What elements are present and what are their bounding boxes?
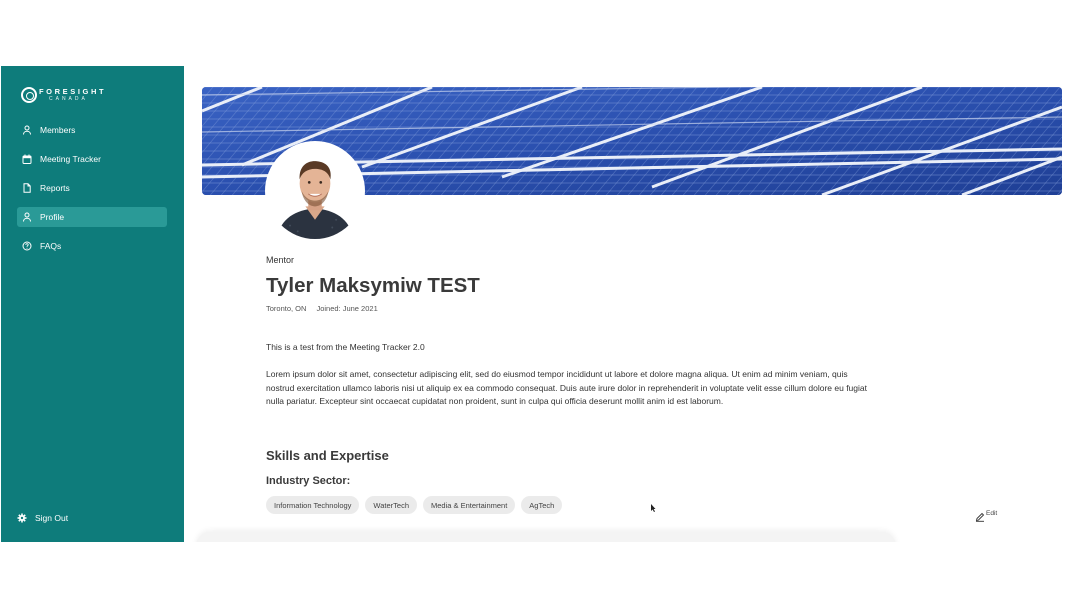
profile-bio-short: This is a test from the Meeting Tracker … xyxy=(266,342,425,352)
sidebar-item-label: Members xyxy=(40,125,76,135)
profile-page: Mentor Tyler Maksymiw TEST Toronto, ON Jo… xyxy=(184,66,1080,542)
edit-label: Edit xyxy=(986,510,998,517)
sidebar-item-label: Reports xyxy=(40,183,70,193)
sidebar-item-meeting-tracker[interactable]: Meeting Tracker xyxy=(17,149,167,169)
sign-out-button[interactable]: Sign Out xyxy=(17,513,68,523)
calendar-icon xyxy=(22,154,32,164)
help-circle-icon xyxy=(22,241,32,251)
sidebar-item-label: FAQs xyxy=(40,241,62,251)
profile-name: Tyler Maksymiw TEST xyxy=(266,274,480,297)
sidebar-item-label: Meeting Tracker xyxy=(40,154,101,164)
sector-tag: Media & Entertainment xyxy=(423,496,516,514)
avatar xyxy=(265,141,365,241)
profile-location: Toronto, ON xyxy=(266,304,307,313)
sidebar-item-label: Profile xyxy=(40,212,65,222)
sidebar-item-profile[interactable]: Profile xyxy=(17,207,167,227)
next-section-card xyxy=(196,532,896,542)
sign-out-label: Sign Out xyxy=(35,513,69,523)
profile-joined: Joined: June 2021 xyxy=(316,304,378,313)
industry-sector-tags: Information Technology WaterTech Media &… xyxy=(266,496,568,514)
skills-heading: Skills and Expertise xyxy=(266,448,389,463)
profile-role: Mentor xyxy=(266,255,295,265)
edit-button[interactable]: Edit xyxy=(975,510,997,522)
logo-icon xyxy=(21,87,37,103)
sidebar-item-faqs[interactable]: FAQs xyxy=(17,236,167,256)
app-window: FORESIGHT CANADA Members Meeting Tracker xyxy=(1,66,1080,542)
sector-tag: WaterTech xyxy=(365,496,417,514)
sector-tag: Information Technology xyxy=(266,496,360,514)
logo-main-text: FORESIGHT xyxy=(39,86,107,96)
sidebar-nav: Members Meeting Tracker Reports Profile xyxy=(17,120,167,265)
sidebar: FORESIGHT CANADA Members Meeting Tracker xyxy=(1,66,184,542)
sidebar-item-members[interactable]: Members xyxy=(17,120,167,140)
profile-bio-long: Lorem ipsum dolor sit amet, consectetur … xyxy=(266,369,867,406)
logo-sub-text: CANADA xyxy=(49,96,88,103)
profile-meta: Toronto, ON Joined: June 2021 xyxy=(266,304,378,313)
sector-tag: AgTech xyxy=(521,496,563,514)
pencil-icon xyxy=(975,512,985,522)
mouse-cursor-icon xyxy=(651,504,656,512)
foresight-logo[interactable]: FORESIGHT CANADA xyxy=(21,87,106,103)
industry-sector-label: Industry Sector: xyxy=(266,475,351,487)
document-icon xyxy=(22,183,32,193)
gear-icon xyxy=(17,513,27,523)
user-icon xyxy=(22,212,32,222)
user-icon xyxy=(22,125,32,135)
sidebar-item-reports[interactable]: Reports xyxy=(17,178,167,198)
